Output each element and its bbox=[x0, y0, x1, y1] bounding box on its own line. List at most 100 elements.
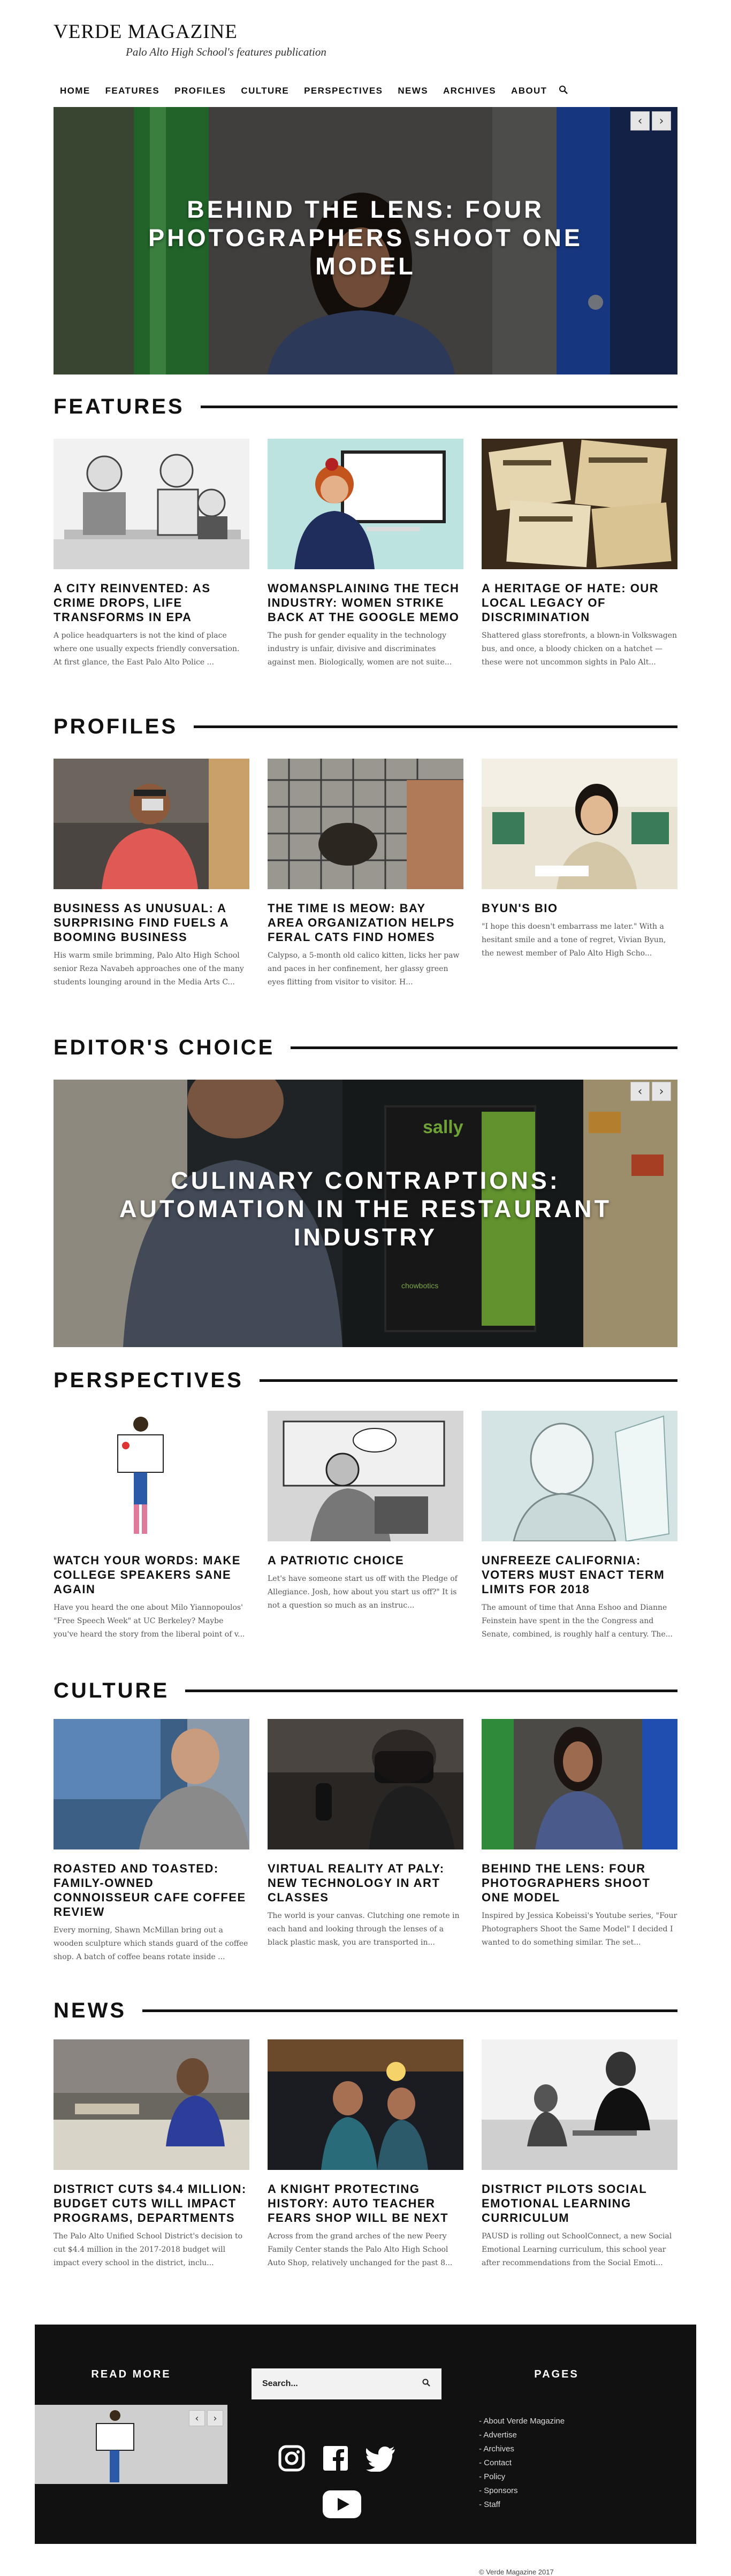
next-arrow-icon[interactable]: › bbox=[207, 2410, 223, 2426]
article-thumbnail[interactable] bbox=[54, 2039, 249, 2170]
nav-item-archives[interactable]: ARCHIVES bbox=[436, 86, 504, 96]
prev-arrow-icon[interactable]: ‹ bbox=[630, 1082, 650, 1101]
article-title[interactable]: BEHIND THE LENS: FOUR PHOTOGRAPHERS SHOO… bbox=[482, 1861, 677, 1905]
section-rule bbox=[200, 405, 677, 408]
news-section-header: NEWS bbox=[54, 1997, 677, 2024]
article-title[interactable]: A CITY REINVENTED: AS CRIME DROPS, LIFE … bbox=[54, 581, 249, 624]
article-card[interactable]: WATCH YOUR WORDS: MAKE COLLEGE SPEAKERS … bbox=[54, 1411, 249, 1641]
footer-link-sponsors[interactable]: Sponsors bbox=[479, 2484, 565, 2498]
article-card[interactable]: WOMANSPLAINING THE TECH INDUSTRY: WOMEN … bbox=[268, 439, 463, 669]
article-excerpt: The amount of time that Anna Eshoo and D… bbox=[482, 1603, 673, 1639]
social-links bbox=[278, 2445, 396, 2474]
twitter-icon[interactable] bbox=[366, 2445, 396, 2474]
article-title[interactable]: DISTRICT PILOTS SOCIAL EMOTIONAL LEARNIN… bbox=[482, 2182, 677, 2225]
article-title[interactable]: UNFREEZE CALIFORNIA: VOTERS MUST ENACT T… bbox=[482, 1553, 677, 1596]
article-thumbnail[interactable] bbox=[54, 1719, 249, 1849]
article-thumbnail[interactable] bbox=[482, 439, 677, 569]
prev-arrow-icon[interactable]: ‹ bbox=[630, 111, 650, 131]
facebook-icon[interactable] bbox=[322, 2445, 349, 2474]
article-thumbnail[interactable] bbox=[268, 759, 463, 889]
article-card[interactable]: THE TIME IS MEOW: BAY AREA ORGANIZATION … bbox=[268, 759, 463, 989]
article-card[interactable]: A KNIGHT PROTECTING HISTORY: AUTO TEACHE… bbox=[268, 2039, 463, 2270]
article-title[interactable]: A KNIGHT PROTECTING HISTORY: AUTO TEACHE… bbox=[268, 2182, 463, 2225]
site-title[interactable]: VERDE MAGAZINE bbox=[54, 20, 238, 43]
culture-heading[interactable]: CULTURE bbox=[54, 1679, 185, 1703]
article-card[interactable]: BEHIND THE LENS: FOUR PHOTOGRAPHERS SHOO… bbox=[482, 1719, 677, 1964]
pages-heading: PAGES bbox=[534, 2368, 579, 2380]
article-title[interactable]: ROASTED AND TOASTED: FAMILY-OWNED CONNOI… bbox=[54, 1861, 249, 1919]
footer-link-policy[interactable]: Policy bbox=[479, 2470, 565, 2484]
footer-search-input[interactable]: Search... bbox=[262, 2379, 298, 2389]
nav-item-about[interactable]: ABOUT bbox=[504, 86, 554, 96]
instagram-icon[interactable] bbox=[278, 2445, 305, 2474]
article-title[interactable]: THE TIME IS MEOW: BAY AREA ORGANIZATION … bbox=[268, 901, 463, 944]
article-thumbnail[interactable] bbox=[268, 439, 463, 569]
article-excerpt: The world is your canvas. Clutching one … bbox=[268, 1912, 460, 1947]
editors-choice-slider[interactable]: sally chowbotics CULINARY CONTRAPTIONS: … bbox=[54, 1080, 677, 1347]
editors-choice-arrows: ‹ › bbox=[630, 1082, 671, 1101]
article-title[interactable]: DISTRICT CUTS $4.4 MILLION: BUDGET CUTS … bbox=[54, 2182, 249, 2225]
article-card[interactable]: DISTRICT PILOTS SOCIAL EMOTIONAL LEARNIN… bbox=[482, 2039, 677, 2270]
read-more-slider[interactable]: ‹ › bbox=[35, 2405, 227, 2484]
nav-item-features[interactable]: FEATURES bbox=[98, 86, 167, 96]
next-arrow-icon[interactable]: › bbox=[652, 1082, 671, 1101]
editors-choice-headline[interactable]: CULINARY CONTRAPTIONS: AUTOMATION IN THE… bbox=[54, 1166, 677, 1251]
article-excerpt: A police headquarters is not the kind of… bbox=[54, 631, 240, 667]
hero-slider[interactable]: BEHIND THE LENS: FOUR PHOTOGRAPHERS SHOO… bbox=[54, 107, 677, 374]
search-icon[interactable] bbox=[422, 2379, 431, 2390]
news-heading[interactable]: NEWS bbox=[54, 1999, 142, 2023]
editors-choice-heading[interactable]: EDITOR'S CHOICE bbox=[54, 1036, 291, 1060]
article-card[interactable]: BYUN'S BIO "I hope this doesn't embarras… bbox=[482, 759, 677, 989]
article-card[interactable]: A PATRIOTIC CHOICE Let's have someone st… bbox=[268, 1411, 463, 1641]
article-thumbnail[interactable] bbox=[482, 1411, 677, 1541]
article-title[interactable]: WATCH YOUR WORDS: MAKE COLLEGE SPEAKERS … bbox=[54, 1553, 249, 1596]
profiles-heading[interactable]: PROFILES bbox=[54, 715, 194, 739]
nav-item-news[interactable]: NEWS bbox=[390, 86, 436, 96]
article-thumbnail[interactable] bbox=[482, 1719, 677, 1849]
article-title[interactable]: VIRTUAL REALITY AT PALY: NEW TECHNOLOGY … bbox=[268, 1861, 463, 1905]
site-footer: READ MORE ‹ › Search... PAGES About V bbox=[35, 2325, 696, 2576]
nav-item-profiles[interactable]: PROFILES bbox=[167, 86, 233, 96]
footer-link-advertise[interactable]: Advertise bbox=[479, 2428, 565, 2442]
pages-column: PAGES bbox=[479, 2368, 634, 2381]
perspectives-cards: WATCH YOUR WORDS: MAKE COLLEGE SPEAKERS … bbox=[54, 1411, 677, 1641]
search-icon[interactable] bbox=[554, 85, 573, 97]
footer-link-archives[interactable]: Archives bbox=[479, 2442, 565, 2456]
article-card[interactable]: A HERITAGE OF HATE: OUR LOCAL LEGACY OF … bbox=[482, 439, 677, 669]
article-card[interactable]: UNFREEZE CALIFORNIA: VOTERS MUST ENACT T… bbox=[482, 1411, 677, 1641]
article-excerpt: Across from the grand arches of the new … bbox=[268, 2232, 453, 2267]
article-title[interactable]: BUSINESS AS UNUSUAL: A SURPRISING FIND F… bbox=[54, 901, 249, 944]
article-card[interactable]: A CITY REINVENTED: AS CRIME DROPS, LIFE … bbox=[54, 439, 249, 669]
footer-link-staff[interactable]: Staff bbox=[479, 2498, 565, 2512]
article-card[interactable]: BUSINESS AS UNUSUAL: A SURPRISING FIND F… bbox=[54, 759, 249, 989]
prev-arrow-icon[interactable]: ‹ bbox=[189, 2410, 205, 2426]
footer-link-about[interactable]: About Verde Magazine bbox=[479, 2414, 565, 2428]
nav-item-home[interactable]: HOME bbox=[54, 86, 98, 96]
section-rule bbox=[185, 1689, 677, 1692]
footer-search-box[interactable]: Search... bbox=[252, 2368, 441, 2399]
article-thumbnail[interactable] bbox=[482, 2039, 677, 2170]
nav-item-perspectives[interactable]: PERSPECTIVES bbox=[296, 86, 390, 96]
features-heading[interactable]: FEATURES bbox=[54, 395, 201, 419]
article-title[interactable]: A PATRIOTIC CHOICE bbox=[268, 1553, 463, 1568]
hero-headline[interactable]: BEHIND THE LENS: FOUR PHOTOGRAPHERS SHOO… bbox=[54, 195, 677, 280]
article-title[interactable]: A HERITAGE OF HATE: OUR LOCAL LEGACY OF … bbox=[482, 581, 677, 624]
article-thumbnail[interactable] bbox=[54, 759, 249, 889]
article-card[interactable]: DISTRICT CUTS $4.4 MILLION: BUDGET CUTS … bbox=[54, 2039, 249, 2270]
article-thumbnail[interactable] bbox=[268, 1719, 463, 1849]
youtube-icon[interactable] bbox=[323, 2490, 361, 2520]
article-title[interactable]: WOMANSPLAINING THE TECH INDUSTRY: WOMEN … bbox=[268, 581, 463, 624]
section-rule bbox=[194, 725, 677, 728]
article-thumbnail[interactable] bbox=[54, 1411, 249, 1541]
article-thumbnail[interactable] bbox=[268, 2039, 463, 2170]
nav-item-culture[interactable]: CULTURE bbox=[233, 86, 296, 96]
footer-link-contact[interactable]: Contact bbox=[479, 2456, 565, 2470]
article-thumbnail[interactable] bbox=[268, 1411, 463, 1541]
perspectives-heading[interactable]: PERSPECTIVES bbox=[54, 1369, 260, 1393]
article-title[interactable]: BYUN'S BIO bbox=[482, 901, 677, 915]
article-card[interactable]: VIRTUAL REALITY AT PALY: NEW TECHNOLOGY … bbox=[268, 1719, 463, 1964]
article-thumbnail[interactable] bbox=[482, 759, 677, 889]
next-arrow-icon[interactable]: › bbox=[652, 111, 671, 131]
article-thumbnail[interactable] bbox=[54, 439, 249, 569]
article-card[interactable]: ROASTED AND TOASTED: FAMILY-OWNED CONNOI… bbox=[54, 1719, 249, 1964]
